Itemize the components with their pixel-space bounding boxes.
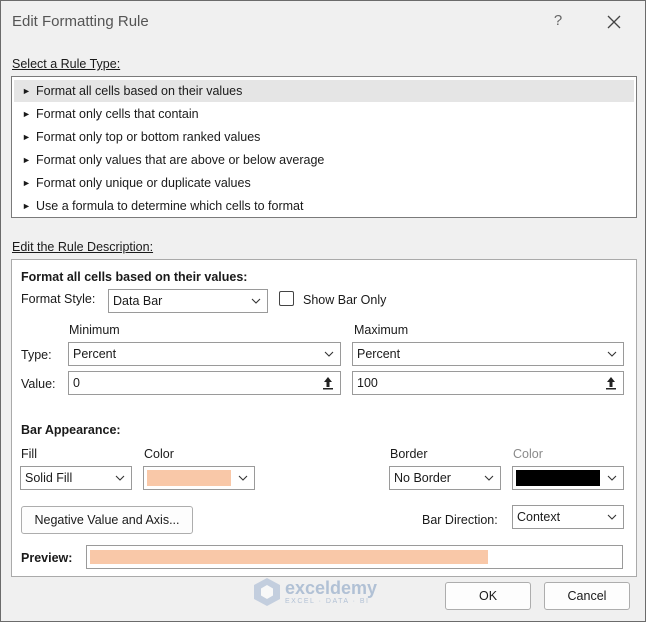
chevron-down-icon [601,467,623,489]
show-bar-only-checkbox[interactable] [279,291,294,306]
rule-type-list[interactable]: ► Format all cells based on their values … [11,76,637,218]
format-style-label: Format Style: [21,292,96,306]
rule-type-heading: Select a Rule Type: [12,57,121,71]
exceldemy-watermark: exceldemy EXCEL · DATA · BI [253,575,377,609]
rule-description-heading: Edit the Rule Description: [12,240,154,254]
chevron-down-icon [601,343,623,365]
fill-color-picker[interactable] [143,466,255,490]
fill-color-swatch [147,470,231,486]
rule-type-item[interactable]: ► Use a formula to determine which cells … [14,195,634,217]
edit-formatting-rule-dialog: Edit Formatting Rule ? Select a Rule Typ… [0,0,646,622]
close-icon [607,15,621,29]
close-button[interactable] [599,7,629,35]
help-button[interactable]: ? [546,7,570,35]
chevron-down-icon [318,343,340,365]
watermark-tagline: EXCEL · DATA · BI [285,597,370,605]
border-type-select[interactable]: No Border [389,466,501,490]
maximum-label: Maximum [354,323,409,337]
bar-direction-label: Bar Direction: [422,513,498,527]
bar-direction-select[interactable]: Context [512,505,624,529]
rule-type-item[interactable]: ► Format only cells that contain [14,103,634,125]
show-bar-only-label: Show Bar Only [303,293,387,307]
cancel-button[interactable]: Cancel [544,582,630,610]
ok-button[interactable]: OK [445,582,531,610]
rule-type-item[interactable]: ► Format all cells based on their values [14,80,634,102]
minimum-label: Minimum [69,323,120,337]
arrow-right-icon: ► [22,201,31,211]
exceldemy-logo-icon [254,578,280,606]
value-label: Value: [21,377,56,391]
dialog-title: Edit Formatting Rule [12,13,149,30]
section-title: Format all cells based on their values: [21,270,248,284]
arrow-right-icon: ► [22,86,31,96]
negative-value-axis-button[interactable]: Negative Value and Axis... [21,506,193,534]
rule-type-item[interactable]: ► Format only values that are above or be… [14,149,634,171]
preview-bar-fill [90,550,488,564]
fill-label: Fill [21,447,37,461]
color-label: Color [144,447,174,461]
maximum-value-input[interactable]: 100 [352,371,624,395]
minimum-value-input[interactable]: 0 [68,371,341,395]
bar-appearance-heading: Bar Appearance: [21,423,121,437]
arrow-right-icon: ► [22,132,31,142]
chevron-down-icon [232,467,254,489]
format-style-select[interactable]: Data Bar [108,289,268,313]
border-label: Border [390,447,428,461]
maximum-type-select[interactable]: Percent [352,342,624,366]
minimum-type-select[interactable]: Percent [68,342,341,366]
chevron-down-icon [478,467,500,489]
data-bar-preview [86,545,623,569]
border-color-label: Color [513,447,543,461]
range-picker-icon[interactable] [318,374,338,392]
type-label: Type: [21,348,52,362]
arrow-right-icon: ► [22,178,31,188]
border-color-swatch [516,470,600,486]
fill-type-select[interactable]: Solid Fill [20,466,132,490]
range-picker-icon[interactable] [601,374,621,392]
chevron-down-icon [245,290,267,312]
border-color-picker[interactable] [512,466,624,490]
chevron-down-icon [601,506,623,528]
arrow-right-icon: ► [22,109,31,119]
rule-type-item[interactable]: ► Format only top or bottom ranked values [14,126,634,148]
watermark-name: exceldemy [285,577,378,598]
rule-type-item[interactable]: ► Format only unique or duplicate values [14,172,634,194]
arrow-right-icon: ► [22,155,31,165]
chevron-down-icon [109,467,131,489]
title-bar: Edit Formatting Rule ? [1,1,645,41]
preview-label: Preview: [21,551,73,565]
